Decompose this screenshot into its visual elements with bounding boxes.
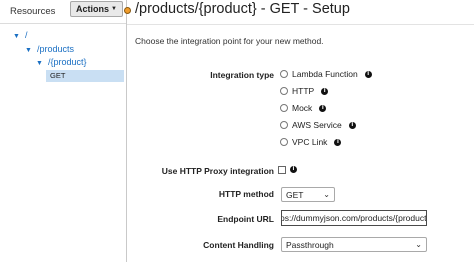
radio-vpc-link[interactable]: VPC Link i	[280, 137, 342, 147]
tree-item-product[interactable]: ▼ /{product}	[36, 57, 86, 67]
content-handling-value: Passthrough	[286, 239, 334, 250]
http-method-label: HTTP method	[218, 189, 274, 199]
info-icon[interactable]: i	[348, 121, 356, 129]
resources-tab[interactable]: Resources	[10, 6, 55, 17]
endpoint-url-value: ps://dummyjson.com/products/{product}	[281, 213, 427, 223]
radio-label: AWS Service	[292, 120, 342, 130]
info-icon[interactable]: i	[321, 87, 329, 95]
page-subtitle: Choose the integration point for your ne…	[135, 36, 324, 46]
http-method-value: GET	[286, 189, 304, 200]
resources-panel: Resources Actions ▼ ▼ / ▼/products ▼/{pro…	[0, 0, 127, 262]
radio-button[interactable]	[280, 70, 288, 78]
tree-item-label: GET	[50, 71, 66, 80]
tree-divider	[0, 23, 126, 24]
tree-item-get[interactable]: GET	[46, 70, 124, 82]
radio-mock[interactable]: Mock i	[280, 103, 327, 113]
http-proxy-label: Use HTTP Proxy integration	[161, 166, 274, 176]
http-proxy-checkbox[interactable]	[278, 166, 286, 174]
panel-resize-handle[interactable]	[124, 7, 131, 14]
chevron-down-icon: ⌄	[323, 190, 330, 199]
radio-label: HTTP	[292, 86, 315, 96]
integration-type-label: Integration type	[210, 70, 274, 80]
info-icon[interactable]: i	[290, 166, 297, 173]
radio-button[interactable]	[280, 138, 288, 146]
caret-down-icon: ▼	[111, 6, 117, 12]
content-handling-label: Content Handling	[203, 240, 274, 250]
chevron-down-icon: ⌄	[415, 240, 422, 249]
radio-label: VPC Link	[292, 137, 328, 147]
content-handling-select[interactable]: Passthrough ⌄	[281, 237, 427, 252]
expand-triangle-icon[interactable]: ▼	[13, 33, 20, 40]
page-title: /products/{product} - GET - Setup	[135, 1, 350, 17]
title-divider	[127, 24, 474, 25]
endpoint-url-input[interactable]: ps://dummyjson.com/products/{product}	[281, 210, 427, 226]
radio-lambda-function[interactable]: Lambda Function i	[280, 69, 372, 79]
info-icon[interactable]: i	[364, 70, 372, 78]
radio-aws-service[interactable]: AWS Service i	[280, 120, 356, 130]
radio-http[interactable]: HTTP i	[280, 86, 329, 96]
tree-item-products[interactable]: ▼ /products	[25, 44, 74, 54]
actions-label: Actions	[76, 4, 110, 14]
expand-triangle-icon[interactable]: ▼	[36, 60, 43, 67]
http-method-select[interactable]: GET ⌄	[281, 187, 335, 202]
info-icon[interactable]: i	[334, 138, 342, 146]
endpoint-url-label: Endpoint URL	[217, 214, 274, 224]
expand-triangle-icon[interactable]: ▼	[25, 47, 32, 54]
info-icon[interactable]: i	[319, 104, 327, 112]
tree-item-root[interactable]: ▼ /	[13, 30, 27, 40]
tree-item-label: /	[24, 30, 28, 40]
radio-button[interactable]	[280, 104, 288, 112]
tree-item-label: /{product}	[47, 57, 87, 67]
radio-label: Lambda Function	[292, 69, 358, 79]
radio-button[interactable]	[280, 87, 288, 95]
radio-button[interactable]	[280, 121, 288, 129]
tree-item-label: /products	[36, 44, 74, 54]
resources-tabbar: Resources Actions ▼	[0, 0, 126, 24]
radio-label: Mock	[292, 103, 313, 113]
actions-button[interactable]: Actions ▼	[70, 1, 123, 17]
